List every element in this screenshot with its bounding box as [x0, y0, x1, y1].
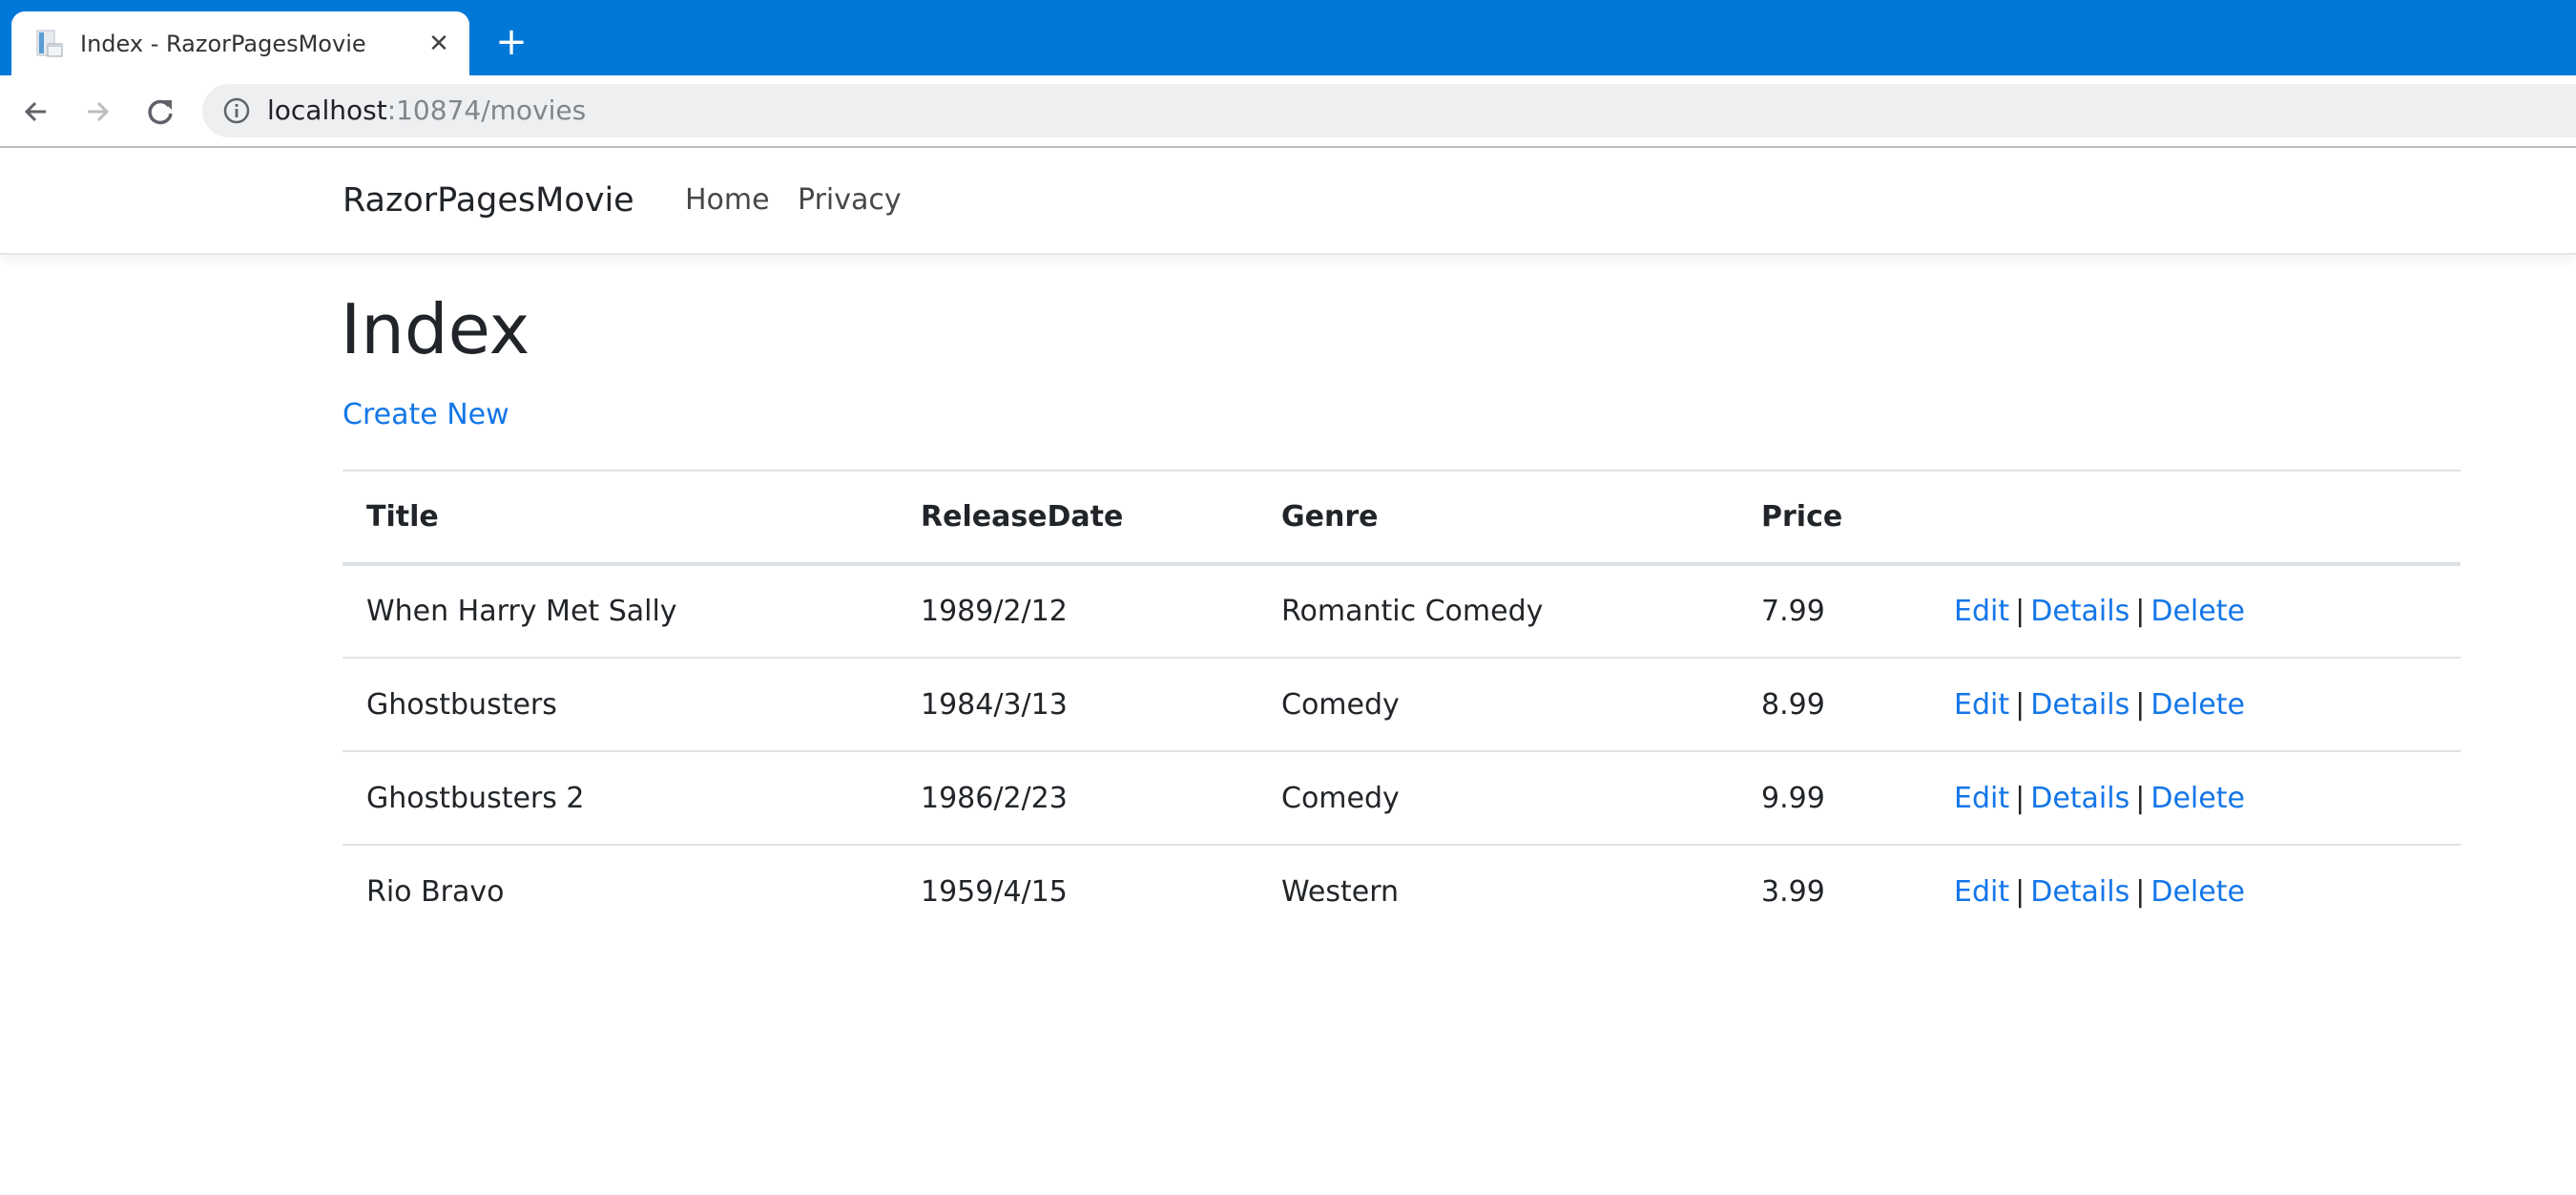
- cell-actions: Edit | Details | Delete: [1930, 564, 2461, 658]
- cell-genre: Comedy: [1281, 781, 1400, 815]
- browser-toolbar: localhost:10874/movies: [0, 75, 2576, 148]
- column-header-price: Price: [1761, 500, 1843, 534]
- browser-tab-strip: Index - RazorPagesMovie ✕ +: [0, 0, 2576, 75]
- table-row: Ghostbusters 1984/3/13 Comedy 8.99 Edit |…: [343, 658, 2461, 751]
- url-text[interactable]: localhost:10874/movies: [267, 92, 586, 130]
- edit-link[interactable]: Edit: [1954, 595, 2009, 628]
- column-header-genre: Genre: [1281, 500, 1379, 534]
- cell-actions: Edit | Details | Delete: [1930, 751, 2461, 845]
- navbar-brand[interactable]: RazorPagesMovie: [343, 178, 634, 222]
- separator: |: [2135, 781, 2146, 815]
- browser-tab-active[interactable]: Index - RazorPagesMovie ✕: [11, 11, 469, 75]
- cell-genre: Comedy: [1281, 687, 1400, 722]
- edit-link[interactable]: Edit: [1954, 875, 2009, 909]
- close-icon[interactable]: ✕: [424, 29, 454, 59]
- separator: |: [2135, 595, 2146, 628]
- table-row: When Harry Met Sally 1989/2/12 Romantic …: [343, 564, 2461, 658]
- arrow-left-icon[interactable]: [17, 93, 55, 131]
- delete-link[interactable]: Delete: [2150, 595, 2245, 628]
- cell-release-date: 1984/3/13: [921, 687, 1068, 722]
- details-link[interactable]: Details: [2030, 688, 2129, 722]
- url-host: localhost: [267, 94, 387, 126]
- cell-release-date: 1989/2/12: [921, 595, 1068, 628]
- cell-actions: Edit | Details | Delete: [1930, 845, 2461, 938]
- delete-link[interactable]: Delete: [2150, 875, 2245, 909]
- details-link[interactable]: Details: [2030, 782, 2129, 815]
- cell-price: 7.99: [1761, 595, 1825, 628]
- cell-title: Ghostbusters 2: [366, 781, 585, 815]
- separator: |: [2015, 687, 2025, 722]
- reload-icon[interactable]: [141, 93, 179, 131]
- delete-link[interactable]: Delete: [2150, 782, 2245, 815]
- movies-table: Title ReleaseDate Genre Price When Harry…: [343, 470, 2461, 938]
- table-header-row: Title ReleaseDate Genre Price: [343, 471, 2461, 564]
- column-header-actions: [1930, 471, 2461, 564]
- site-navbar: RazorPagesMovie Home Privacy: [0, 148, 2576, 255]
- cell-actions: Edit | Details | Delete: [1930, 658, 2461, 751]
- separator: |: [2015, 875, 2025, 909]
- delete-link[interactable]: Delete: [2150, 688, 2245, 722]
- separator: |: [2015, 595, 2025, 628]
- cell-title: Ghostbusters: [366, 687, 557, 722]
- column-header-release-date: ReleaseDate: [921, 500, 1124, 534]
- info-icon[interactable]: [221, 95, 252, 126]
- cell-genre: Romantic Comedy: [1281, 595, 1544, 628]
- separator: |: [2135, 687, 2146, 722]
- cell-genre: Western: [1281, 875, 1400, 909]
- separator: |: [2135, 875, 2146, 909]
- tab-title: Index - RazorPagesMovie: [80, 31, 366, 57]
- column-header-title: Title: [366, 500, 439, 534]
- cell-release-date: 1959/4/15: [921, 875, 1068, 909]
- nav-link-home[interactable]: Home: [685, 180, 770, 220]
- table-row: Rio Bravo 1959/4/15 Western 3.99 Edit | De…: [343, 845, 2461, 938]
- page-title: Index: [341, 289, 530, 369]
- table-row: Ghostbusters 2 1986/2/23 Comedy 9.99 Edi…: [343, 751, 2461, 845]
- address-bar[interactable]: localhost:10874/movies: [202, 84, 2576, 137]
- edit-link[interactable]: Edit: [1954, 688, 2009, 722]
- cell-price: 8.99: [1761, 687, 1825, 722]
- nav-link-privacy[interactable]: Privacy: [798, 180, 902, 220]
- separator: |: [2015, 781, 2025, 815]
- details-link[interactable]: Details: [2030, 875, 2129, 909]
- details-link[interactable]: Details: [2030, 595, 2129, 628]
- cell-price: 3.99: [1761, 875, 1825, 909]
- page-icon: [34, 29, 65, 59]
- cell-title: When Harry Met Sally: [366, 595, 677, 628]
- url-path: :10874/movies: [386, 94, 587, 126]
- cell-price: 9.99: [1761, 781, 1825, 815]
- plus-icon[interactable]: +: [492, 23, 530, 63]
- create-new-link[interactable]: Create New: [343, 396, 509, 434]
- edit-link[interactable]: Edit: [1954, 782, 2009, 815]
- cell-title: Rio Bravo: [366, 875, 505, 909]
- arrow-right-icon[interactable]: [78, 93, 116, 131]
- cell-release-date: 1986/2/23: [921, 781, 1068, 815]
